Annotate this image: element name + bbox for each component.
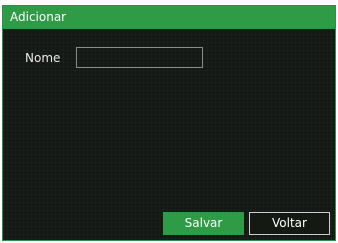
name-input[interactable] <box>76 47 203 68</box>
save-button[interactable]: Salvar <box>163 212 244 235</box>
add-dialog: Adicionar Nome Salvar Voltar <box>2 5 336 241</box>
back-button[interactable]: Voltar <box>249 212 330 235</box>
name-label: Nome <box>25 51 61 65</box>
dialog-title: Adicionar <box>3 6 335 29</box>
